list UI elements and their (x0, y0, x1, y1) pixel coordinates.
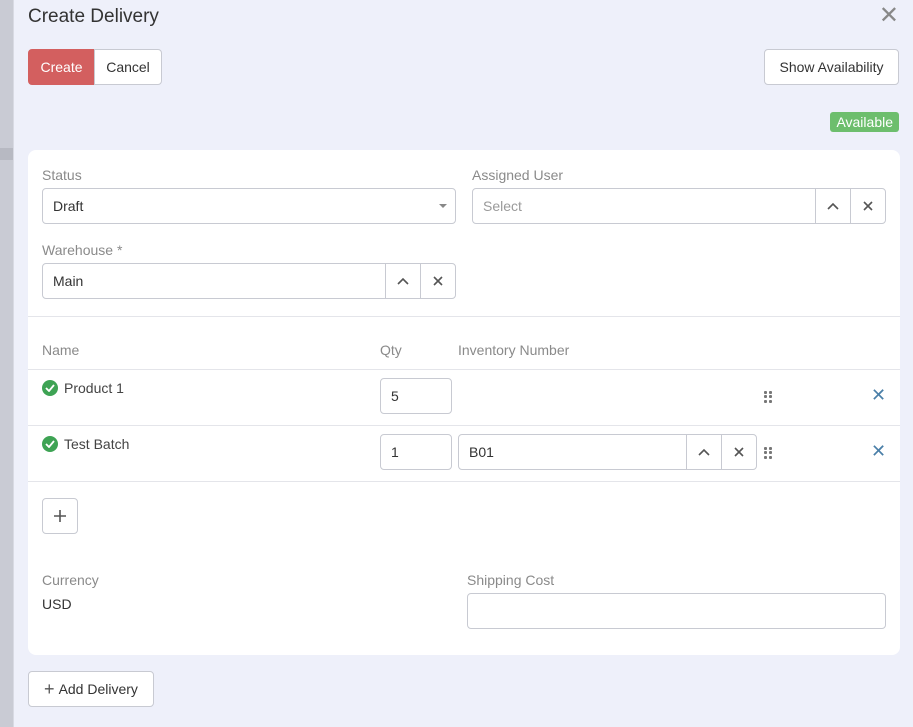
qty-input[interactable]: 5 (380, 378, 452, 414)
show-availability-button[interactable]: Show Availability (764, 49, 899, 85)
remove-item-icon[interactable]: ✕ (871, 442, 886, 460)
add-item-button[interactable] (42, 498, 78, 534)
plus-icon: + (44, 679, 55, 699)
create-delivery-modal: Create Delivery ✕ Create Cancel Show Ava… (13, 0, 913, 727)
clear-icon[interactable] (721, 435, 756, 469)
divider (28, 369, 900, 370)
warehouse-value: Main (53, 273, 84, 289)
inventory-number-field[interactable]: B01 (458, 434, 757, 470)
availability-badge: Available (830, 112, 899, 132)
close-icon[interactable]: ✕ (879, 4, 899, 28)
backdrop (0, 0, 13, 727)
remove-item-icon[interactable]: ✕ (871, 386, 886, 404)
add-delivery-label: Add Delivery (58, 681, 138, 697)
divider (28, 481, 900, 482)
shipping-cost-label: Shipping Cost (467, 572, 555, 588)
assigned-user-label: Assigned User (472, 167, 564, 183)
table-row: Product 1 (42, 380, 124, 396)
column-header-qty: Qty (380, 342, 402, 358)
status-value: Draft (53, 198, 84, 214)
inventory-number-value: B01 (469, 444, 494, 460)
qty-input[interactable]: 1 (380, 434, 452, 470)
drag-handle-icon[interactable] (764, 447, 772, 459)
status-label: Status (42, 167, 82, 183)
check-circle-icon (42, 436, 58, 452)
check-circle-icon (42, 380, 58, 396)
cancel-button[interactable]: Cancel (94, 49, 162, 85)
column-header-name: Name (42, 342, 80, 358)
table-row: Test Batch (42, 436, 129, 452)
item-name: Test Batch (64, 436, 130, 452)
status-select[interactable]: Draft (42, 188, 456, 224)
create-button[interactable]: Create (28, 49, 95, 85)
assigned-user-field[interactable]: Select (472, 188, 886, 224)
shipping-cost-input[interactable] (467, 593, 886, 629)
divider (28, 316, 900, 317)
clear-icon[interactable] (420, 264, 455, 298)
assigned-user-placeholder: Select (483, 198, 522, 214)
caret-down-icon (439, 204, 447, 208)
add-delivery-button[interactable]: + Add Delivery (28, 671, 154, 707)
column-header-inventory-number: Inventory Number (458, 342, 570, 358)
delivery-form-panel: Status Draft Assigned User Select Wareho… (28, 150, 900, 655)
modal-title: Create Delivery (28, 6, 159, 27)
currency-value: USD (42, 596, 72, 612)
divider (28, 425, 900, 426)
chevron-up-icon[interactable] (686, 435, 721, 469)
item-name: Product 1 (64, 380, 124, 396)
warehouse-label: Warehouse * (42, 242, 123, 258)
warehouse-field[interactable]: Main (42, 263, 456, 299)
currency-label: Currency (42, 572, 99, 588)
clear-icon[interactable] (850, 189, 885, 223)
drag-handle-icon[interactable] (764, 391, 772, 403)
chevron-up-icon[interactable] (385, 264, 420, 298)
chevron-up-icon[interactable] (815, 189, 850, 223)
